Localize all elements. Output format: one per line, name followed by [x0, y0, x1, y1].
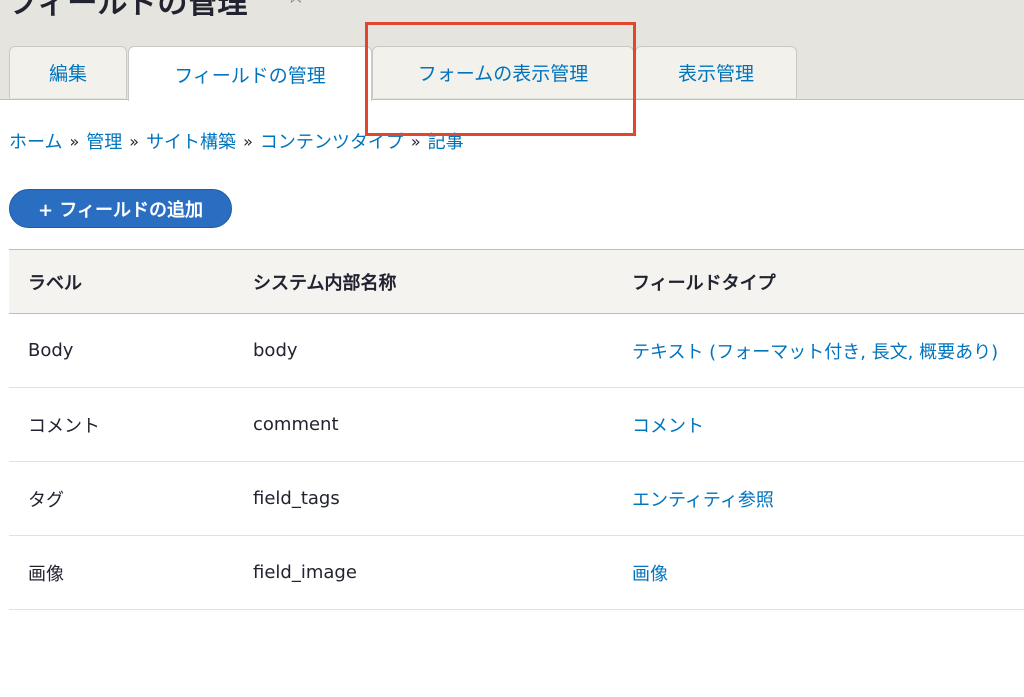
tab-label: 表示管理 [677, 63, 754, 85]
breadcrumb-content-types[interactable]: コンテンツタイプ [260, 128, 404, 154]
page: フィールドの管理 ☆ 編集 フィールドの管理 フォームの表示管理 表示管理 ホー… [0, 0, 1024, 697]
tab-label: 編集 [48, 63, 87, 85]
field-type-link[interactable]: テキスト (フォーマット付き, 長文, 概要あり) [632, 338, 998, 364]
cell-label: 画像 [28, 563, 64, 585]
breadcrumb-separator: » [243, 131, 253, 151]
tab-label: フィールドの管理 [174, 64, 326, 87]
cell-label: Body [28, 340, 74, 361]
tab-manage-display[interactable]: 表示管理 [635, 46, 797, 98]
cell-machine-name: body [253, 340, 298, 361]
fields-table: ラベル システム内部名称 フィールドタイプ Body body テキスト (フォ… [9, 249, 1024, 610]
tab-manage-form-display[interactable]: フォームの表示管理 [372, 46, 634, 98]
column-header-machine-name: システム内部名称 [253, 272, 397, 294]
table-row: タグ field_tags エンティティ参照 [9, 462, 1024, 536]
header-band: フィールドの管理 ☆ 編集 フィールドの管理 フォームの表示管理 表示管理 [0, 0, 1024, 101]
breadcrumb-structure[interactable]: サイト構築 [146, 128, 236, 154]
table-row: コメント comment コメント [9, 388, 1024, 462]
table-header: ラベル システム内部名称 フィールドタイプ [9, 249, 1024, 314]
field-type-link[interactable]: 画像 [632, 560, 668, 586]
breadcrumb: ホーム » 管理 » サイト構築 » コンテンツタイプ » 記事 [9, 128, 464, 154]
field-type-link[interactable]: エンティティ参照 [632, 486, 774, 512]
table-row: Body body テキスト (フォーマット付き, 長文, 概要あり) [9, 314, 1024, 388]
column-header-label: ラベル [28, 272, 82, 294]
tab-manage-fields[interactable]: フィールドの管理 [128, 46, 372, 101]
breadcrumb-separator: » [69, 131, 80, 151]
cell-label: コメント [28, 415, 100, 437]
cell-label: タグ [28, 489, 64, 511]
breadcrumb-home[interactable]: ホーム [9, 128, 62, 154]
tab-edit[interactable]: 編集 [9, 46, 127, 98]
column-header-field-type: フィールドタイプ [632, 272, 776, 294]
cell-machine-name: comment [253, 414, 339, 435]
breadcrumb-admin[interactable]: 管理 [86, 128, 122, 154]
star-icon[interactable]: ☆ [286, 0, 306, 9]
table-row: 画像 field_image 画像 [9, 536, 1024, 610]
cell-machine-name: field_image [253, 562, 357, 583]
breadcrumb-separator: » [410, 131, 421, 151]
field-type-link[interactable]: コメント [632, 412, 704, 438]
page-title: フィールドの管理 [8, 0, 248, 21]
breadcrumb-article[interactable]: 記事 [428, 128, 464, 154]
add-field-button[interactable]: + フィールドの追加 [9, 189, 232, 228]
cell-machine-name: field_tags [253, 488, 340, 509]
tab-label: フォームの表示管理 [417, 63, 589, 85]
breadcrumb-separator: » [129, 131, 140, 151]
